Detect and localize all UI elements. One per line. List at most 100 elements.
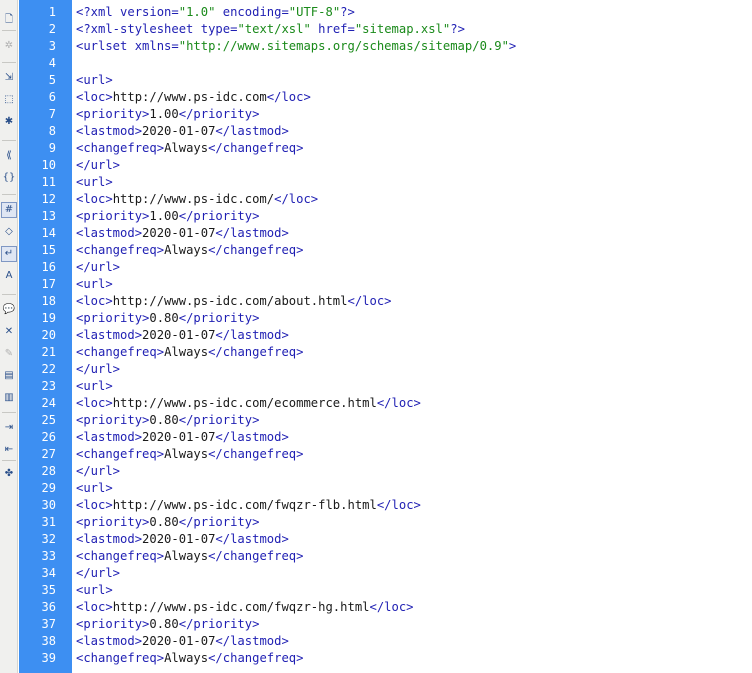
- code-line: 31 <priority>0.80</priority>: [0, 514, 752, 531]
- code-text[interactable]: <changefreq>Always</changefreq>: [76, 548, 303, 565]
- xml-tag-token: <priority>: [76, 515, 150, 529]
- code-text[interactable]: <lastmod>2020-01-07</lastmod>: [76, 123, 289, 140]
- code-text[interactable]: <changefreq>Always</changefreq>: [76, 650, 303, 667]
- code-line: 14 <lastmod>2020-01-07</lastmod>: [0, 225, 752, 242]
- code-text[interactable]: <loc>http://www.ps-idc.com/about.html</l…: [76, 293, 392, 310]
- xml-tag-token: </lastmod>: [215, 430, 289, 444]
- text-token: 2020-01-07: [142, 226, 216, 240]
- text-token: http://www.ps-idc.com/fwqzr-hg.html: [112, 600, 370, 614]
- code-text[interactable]: <changefreq>Always</changefreq>: [76, 140, 303, 157]
- xml-tag-token: <priority>: [76, 209, 150, 223]
- code-text[interactable]: <url>: [76, 72, 113, 89]
- line-number: 2: [48, 22, 56, 36]
- code-line: 9 <changefreq>Always</changefreq>: [0, 140, 752, 157]
- code-text[interactable]: <url>: [76, 174, 113, 191]
- line-number: 7: [48, 107, 56, 121]
- line-number: 38: [41, 634, 56, 648]
- line-number: 18: [41, 294, 56, 308]
- text-token: http://www.ps-idc.com: [112, 90, 267, 104]
- xml-tag-token: <url>: [76, 379, 113, 393]
- line-number: 39: [41, 651, 56, 665]
- xml-tag-token: <priority>: [76, 107, 150, 121]
- code-line: 29 <url>: [0, 480, 752, 497]
- line-number: 20: [41, 328, 56, 342]
- code-line: 28 </url>: [0, 463, 752, 480]
- code-text[interactable]: <priority>1.00</priority>: [76, 208, 259, 225]
- code-line: 8 <lastmod>2020-01-07</lastmod>: [0, 123, 752, 140]
- code-text[interactable]: <priority>0.80</priority>: [76, 514, 259, 531]
- code-text[interactable]: <changefreq>Always</changefreq>: [76, 446, 303, 463]
- xml-tag-token: </lastmod>: [215, 328, 289, 342]
- line-number: 1: [48, 5, 56, 19]
- code-text[interactable]: <loc>http://www.ps-idc.com/ecommerce.htm…: [76, 395, 421, 412]
- code-text[interactable]: <loc>http://www.ps-idc.com/fwqzr-flb.htm…: [76, 497, 421, 514]
- code-text[interactable]: <changefreq>Always</changefreq>: [76, 344, 303, 361]
- code-text[interactable]: <priority>0.80</priority>: [76, 310, 259, 327]
- xml-tag-token: <?xml-stylesheet type=: [76, 22, 238, 36]
- code-text[interactable]: <loc>http://www.ps-idc.com/</loc>: [76, 191, 318, 208]
- code-text[interactable]: </url>: [76, 463, 120, 480]
- code-text[interactable]: <loc>http://www.ps-idc.com/fwqzr-hg.html…: [76, 599, 414, 616]
- code-text[interactable]: <changefreq>Always</changefreq>: [76, 242, 303, 259]
- code-text[interactable]: <lastmod>2020-01-07</lastmod>: [76, 633, 289, 650]
- xml-tag-token: </url>: [76, 260, 121, 274]
- code-text[interactable]: <lastmod>2020-01-07</lastmod>: [76, 225, 289, 242]
- text-token: Always: [164, 243, 209, 257]
- code-line: 24 <loc>http://www.ps-idc.com/ecommerce.h…: [0, 395, 752, 412]
- code-line: 36 <loc>http://www.ps-idc.com/fwqzr-hg.ht…: [0, 599, 752, 616]
- text-token: http://www.ps-idc.com/fwqzr-flb.html: [112, 498, 377, 512]
- code-line: 3 <urlset xmlns="http://www.sitemaps.org/…: [0, 38, 752, 55]
- code-text[interactable]: <url>: [76, 276, 113, 293]
- code-line: 39 <changefreq>Always</changefreq>: [0, 650, 752, 667]
- code-text[interactable]: <lastmod>2020-01-07</lastmod>: [76, 327, 289, 344]
- code-line: 27 <changefreq>Always</changefreq>: [0, 446, 752, 463]
- xml-tag-token: <changefreq>: [76, 141, 165, 155]
- line-number: 27: [41, 447, 56, 461]
- xml-tag-token: ?>: [340, 5, 355, 19]
- xml-tag-token: <loc>: [76, 90, 113, 104]
- xml-tag-token: <url>: [76, 277, 113, 291]
- xml-tag-token: <url>: [76, 175, 113, 189]
- code-text[interactable]: <?xml-stylesheet type="text/xsl" href="s…: [76, 21, 465, 38]
- xml-tag-token: <loc>: [76, 294, 113, 308]
- xml-tag-token: </url>: [76, 158, 121, 172]
- code-line: 25 <priority>0.80</priority>: [0, 412, 752, 429]
- code-text[interactable]: </url>: [76, 259, 120, 276]
- code-line: 35 <url>: [0, 582, 752, 599]
- code-text[interactable]: <?xml version="1.0" encoding="UTF-8"?>: [76, 4, 355, 21]
- line-number: 21: [41, 345, 56, 359]
- code-text[interactable]: </url>: [76, 157, 120, 174]
- code-text[interactable]: <lastmod>2020-01-07</lastmod>: [76, 429, 289, 446]
- code-text[interactable]: <lastmod>2020-01-07</lastmod>: [76, 531, 289, 548]
- code-line: 32 <lastmod>2020-01-07</lastmod>: [0, 531, 752, 548]
- xml-tag-token: <priority>: [76, 617, 150, 631]
- code-line: 1 <?xml version="1.0" encoding="UTF-8"?>: [0, 4, 752, 21]
- xml-tag-token: </lastmod>: [215, 532, 289, 546]
- xml-tag-token: <url>: [76, 583, 113, 597]
- line-number: 15: [41, 243, 56, 257]
- xml-tag-token: </changefreq>: [208, 651, 304, 665]
- code-line: 12 <loc>http://www.ps-idc.com/</loc>: [0, 191, 752, 208]
- code-line: 30 <loc>http://www.ps-idc.com/fwqzr-flb.h…: [0, 497, 752, 514]
- code-text[interactable]: <priority>0.80</priority>: [76, 412, 259, 429]
- code-text[interactable]: </url>: [76, 565, 120, 582]
- line-number: 4: [48, 56, 56, 70]
- text-token: 2020-01-07: [142, 634, 216, 648]
- xml-tag-token: </priority>: [178, 107, 260, 121]
- code-text[interactable]: <urlset xmlns="http://www.sitemaps.org/s…: [76, 38, 516, 55]
- text-token: 2020-01-07: [142, 328, 216, 342]
- code-text[interactable]: <loc>http://www.ps-idc.com</loc>: [76, 89, 311, 106]
- code-line: 19 <priority>0.80</priority>: [0, 310, 752, 327]
- xml-tag-token: </changefreq>: [208, 549, 304, 563]
- code-line: 2 <?xml-stylesheet type="text/xsl" href="…: [0, 21, 752, 38]
- code-text[interactable]: <priority>0.80</priority>: [76, 616, 259, 633]
- code-text[interactable]: <priority>1.00</priority>: [76, 106, 259, 123]
- code-text[interactable]: <url>: [76, 480, 113, 497]
- code-text[interactable]: <url>: [76, 582, 113, 599]
- xml-tag-token: </priority>: [178, 209, 260, 223]
- xml-tag-token: <url>: [76, 481, 113, 495]
- code-line: 23 <url>: [0, 378, 752, 395]
- code-text[interactable]: </url>: [76, 361, 120, 378]
- code-text[interactable]: <url>: [76, 378, 113, 395]
- xml-tag-token: </changefreq>: [208, 447, 304, 461]
